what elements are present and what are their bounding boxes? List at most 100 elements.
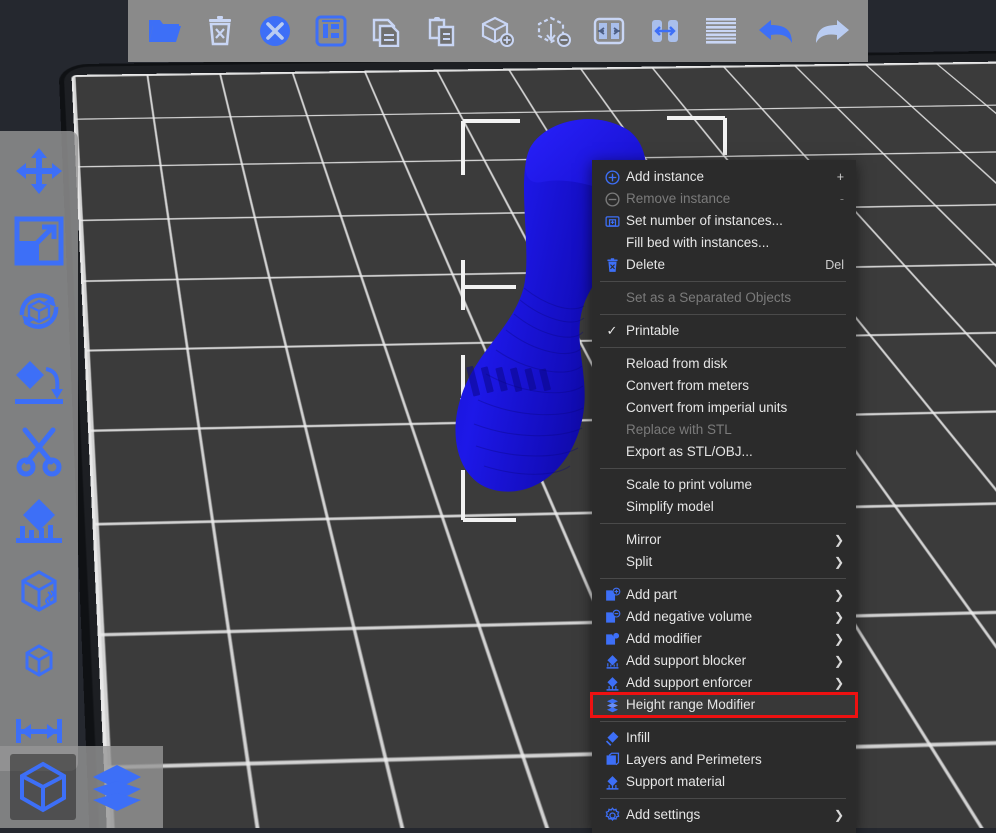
menu-separator [600,798,846,799]
layers-icon [598,750,626,770]
object-context-menu[interactable]: Add instance+Remove instance-Set number … [592,160,856,833]
menu-item-label: Scale to print volume [626,474,844,496]
menu-item-set-number-of-instances[interactable]: Set number of instances... [592,210,856,232]
menu-item-split[interactable]: Split❯ [592,551,856,573]
menu-item-label: Set number of instances... [626,210,844,232]
no-icon [598,497,626,517]
menu-item-label: Delete [626,254,815,276]
menu-separator [600,281,846,282]
menu-item-layers-and-perimeters[interactable]: Layers and Perimeters [592,749,856,771]
menu-item-label: Mirror [626,529,832,551]
preview-view-button[interactable] [84,754,150,820]
delete-icon[interactable] [198,9,242,53]
add-instance-icon[interactable] [476,9,520,53]
add-import-icon[interactable] [142,9,186,53]
menu-item-delete[interactable]: DeleteDel [592,254,856,276]
left-toolbar[interactable] [0,131,78,771]
add-negative-volume-icon [598,607,626,627]
paste-icon[interactable] [420,9,464,53]
menu-separator [600,468,846,469]
menu-item-label: Printable [626,320,844,342]
arrange-icon[interactable] [309,9,353,53]
menu-item-add-instance[interactable]: Add instance+ [592,166,856,188]
variable-layer-height-icon[interactable] [699,9,743,53]
chevron-right-icon: ❯ [832,551,844,573]
menu-item-mirror[interactable]: Mirror❯ [592,529,856,551]
menu-item-label: Remove instance [626,188,830,210]
infill-icon [598,728,626,748]
add-support-enforcer-icon [598,673,626,693]
split-to-parts-icon[interactable] [643,9,687,53]
print-bed-surface [71,60,996,828]
menu-item-height-range-modifier[interactable]: Height range Modifier [592,694,856,716]
copy-icon[interactable] [365,9,409,53]
menu-item-label: Convert from meters [626,375,844,397]
chevron-right-icon: ❯ [832,529,844,551]
place-on-face-tool-icon[interactable] [6,347,72,415]
chevron-right-icon: ❯ [832,606,844,628]
seam-painting-tool-icon[interactable] [6,557,72,625]
chevron-right-icon: ❯ [832,672,844,694]
menu-item-add-part[interactable]: Add part❯ [592,584,856,606]
menu-item-label: Reload from disk [626,353,844,375]
menu-item-convert-from-imperial-units[interactable]: Convert from imperial units [592,397,856,419]
check-icon: ✓ [598,321,626,341]
menu-item-label: Add negative volume [626,606,832,628]
menu-item-label: Add modifier [626,628,832,650]
split-to-objects-icon[interactable] [587,9,631,53]
menu-item-fill-bed-with-instances[interactable]: Fill bed with instances... [592,232,856,254]
redo-icon[interactable] [810,9,854,53]
delete-all-icon[interactable] [253,9,297,53]
top-toolbar[interactable] [128,0,868,62]
remove-instance-icon [598,189,626,209]
menu-item-add-modifier[interactable]: Add modifier❯ [592,628,856,650]
menu-item-remove-instance: Remove instance- [592,188,856,210]
menu-item-add-settings[interactable]: Add settings❯ [592,804,856,826]
chevron-right-icon: ❯ [832,584,844,606]
menu-item-shortcut: + [827,170,844,184]
delete-icon [598,255,626,275]
menu-item-label: Add support blocker [626,650,832,672]
undo-icon[interactable] [754,9,798,53]
no-icon [598,530,626,550]
menu-item-label: Split [626,551,832,573]
editor-view-button[interactable] [10,754,76,820]
scale-tool-icon[interactable] [6,207,72,275]
menu-item-add-support-blocker[interactable]: Add support blocker❯ [592,650,856,672]
menu-separator [600,347,846,348]
menu-item-label: Infill [626,727,844,749]
menu-item-reload-from-disk[interactable]: Reload from disk [592,353,856,375]
rotate-tool-icon[interactable] [6,277,72,345]
menu-item-label: Height range Modifier [626,694,844,716]
menu-item-add-support-enforcer[interactable]: Add support enforcer❯ [592,672,856,694]
menu-item-label: Support material [626,771,844,793]
menu-item-infill[interactable]: Infill [592,727,856,749]
cut-tool-icon[interactable] [6,417,72,485]
chevron-right-icon: ❯ [832,804,844,826]
menu-item-export-as-stl-obj[interactable]: Export as STL/OBJ... [592,441,856,463]
menu-item-simplify-model[interactable]: Simplify model [592,496,856,518]
menu-item-support-material[interactable]: Support material [592,771,856,793]
no-icon [598,288,626,308]
menu-item-scale-to-print-volume[interactable]: Scale to print volume [592,474,856,496]
menu-item-label: Convert from imperial units [626,397,844,419]
menu-separator [600,721,846,722]
menu-separator [600,523,846,524]
menu-item-label: Add instance [626,166,827,188]
menu-item-add-negative-volume[interactable]: Add negative volume❯ [592,606,856,628]
menu-item-shortcut: - [830,192,844,206]
menu-item-printable[interactable]: ✓Printable [592,320,856,342]
support-painting-tool-icon[interactable] [6,487,72,555]
menu-item-label: Add settings [626,804,832,826]
gear-icon [598,805,626,825]
menu-item-label: Layers and Perimeters [626,749,844,771]
view-toolbar[interactable] [0,746,163,828]
menu-item-label: Export as STL/OBJ... [626,441,844,463]
menu-item-convert-from-meters[interactable]: Convert from meters [592,375,856,397]
mmu-painting-tool-icon[interactable] [6,627,72,695]
menu-item-label: Fill bed with instances... [626,232,844,254]
no-icon [598,233,626,253]
menu-item-label: Add support enforcer [626,672,832,694]
move-tool-icon[interactable] [6,137,72,205]
remove-instance-icon[interactable] [532,9,576,53]
